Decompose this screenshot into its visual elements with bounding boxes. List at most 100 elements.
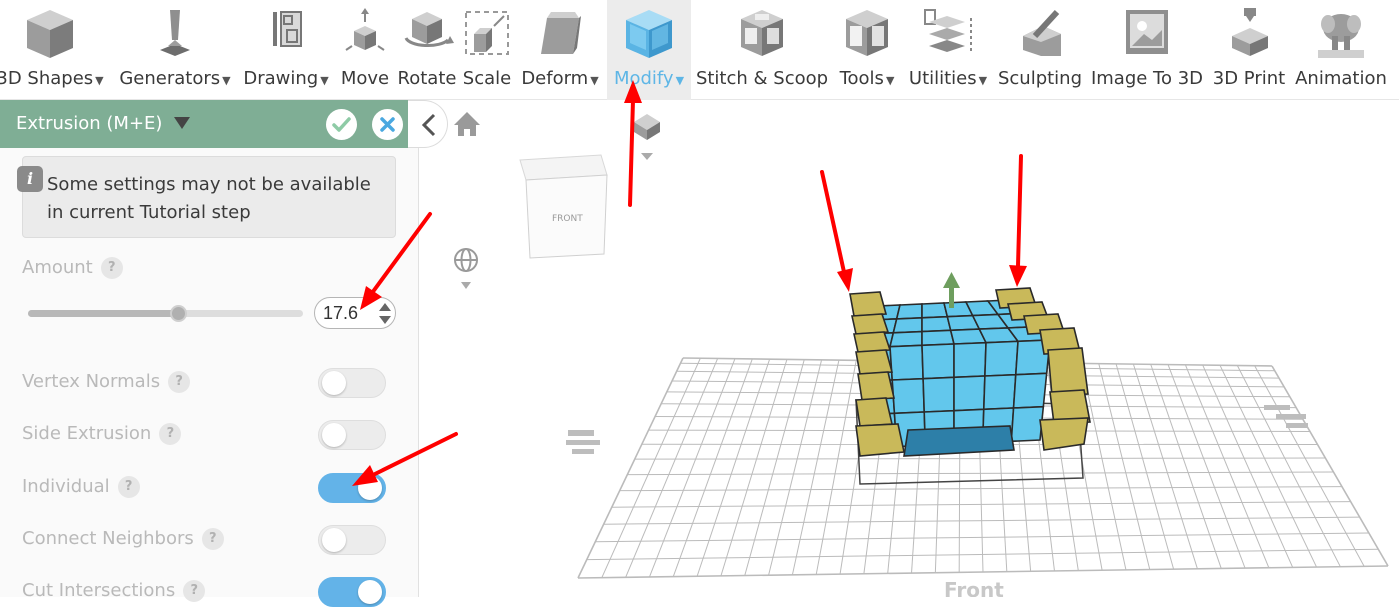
3d-print-icon [1222,6,1276,60]
info-icon: i [17,166,43,192]
toolbar-label: Tools [840,68,884,89]
amount-label: Amount? [22,257,123,279]
viewport-canvas[interactable]: FRONT Front [420,100,1399,597]
cancel-button[interactable] [372,109,403,140]
rotate-icon [400,6,454,60]
sculpting-icon [1013,6,1067,60]
toolbar-3d-print[interactable]: 3D Print [1209,0,1289,100]
toggle-knob [358,580,382,604]
help-icon[interactable]: ? [202,528,224,550]
toolbar-label: Move [341,68,389,89]
option-individual-label: Individual? [22,476,140,498]
toolbar-label: Modify [614,68,674,89]
close-icon [372,109,403,140]
scale-icon [460,6,514,60]
toolbar-label: 3D Print [1213,68,1285,89]
globe-icon[interactable] [455,249,477,271]
toolbar-3d-shapes[interactable]: 3D Shapes▼ [0,0,110,100]
animation-icon [1314,6,1368,60]
perspective-icon[interactable] [634,114,660,160]
cube-icon [23,6,77,60]
toolbar-label: Rotate [398,68,457,89]
help-icon[interactable]: ? [118,476,140,498]
chevron-left-icon [408,101,448,149]
toolbar-label: Sculpting [998,68,1082,89]
home-icon[interactable] [454,112,480,136]
toolbar-image-to-3d[interactable]: Image To 3D [1087,0,1207,100]
tutorial-notice: i Some settings may not be available in … [22,156,396,238]
help-icon[interactable]: ? [159,423,181,445]
vertex-normals-toggle[interactable] [318,368,386,398]
amount-slider[interactable] [28,310,303,317]
stitch-scoop-icon [735,6,789,60]
chevron-down-icon [461,282,471,289]
floor-label-right [1264,405,1308,428]
toolbar-generators[interactable]: Generators▼ [114,0,236,100]
option-vertex-normals-label: Vertex Normals? [22,371,190,393]
toolbar-animation[interactable]: Animation [1291,0,1391,100]
amount-number-input[interactable] [314,297,396,329]
toolbar-tools[interactable]: Tools▼ [833,0,901,100]
toolbar-label: Image To 3D [1091,68,1203,89]
help-icon[interactable]: ? [101,257,123,279]
extrusion-panel: Extrusion (M+E) i Some settings may not … [0,100,419,597]
toolbar-label: Scale [463,68,511,89]
3d-model[interactable] [850,288,1090,456]
toolbar-utilities[interactable]: Utilities▼ [903,0,993,100]
cut-intersections-toggle[interactable] [318,577,386,607]
toolbar-rotate[interactable]: Rotate [395,0,459,100]
3d-viewport[interactable]: FRONT Front [420,100,1399,597]
option-side-extrusion-label: Side Extrusion? [22,423,181,445]
drawing-pencil-icon [259,6,313,60]
amount-value-field[interactable] [323,303,373,324]
apply-button[interactable] [326,109,357,140]
toolbar-scale[interactable]: Scale [460,0,514,100]
notice-text: Some settings may not be available in cu… [47,171,377,227]
increment-icon[interactable] [379,303,391,311]
option-cut-intersections-label: Cut Intersections? [22,580,205,602]
decrement-icon[interactable] [379,316,391,324]
utilities-icon [921,6,975,60]
toolbar-label: Drawing [243,68,318,89]
toggle-knob [322,528,346,552]
toggle-knob [358,476,382,500]
panel-header: Extrusion (M+E) [0,100,419,148]
image-to-3d-icon [1120,6,1174,60]
toolbar-modify[interactable]: Modify▼ [607,0,691,100]
toolbar-label: Generators [119,68,220,89]
toolbar-label: Utilities [909,68,977,89]
toggle-knob [322,423,346,447]
individual-toggle[interactable] [318,473,386,503]
checkmark-icon [326,109,357,140]
modify-icon [622,6,676,60]
help-icon[interactable]: ? [183,580,205,602]
toolbar-label: Deform [521,68,588,89]
collapse-panel-button[interactable] [408,100,448,148]
toolbar-drawing[interactable]: Drawing▼ [238,0,334,100]
chevron-down-icon [641,153,653,160]
connect-neighbors-toggle[interactable] [318,525,386,555]
toolbar-sculpting[interactable]: Sculpting [995,0,1085,100]
option-connect-neighbors-label: Connect Neighbors? [22,528,224,550]
toolbar-move[interactable]: Move [337,0,393,100]
view-cube[interactable]: FRONT [520,155,607,258]
deform-icon [533,6,587,60]
side-extrusion-toggle[interactable] [318,420,386,450]
floor-label-left [566,430,600,454]
floor-label-front: Front [944,578,1004,597]
toolbar-stitch-scoop[interactable]: Stitch & Scoop [693,0,831,100]
panel-title: Extrusion (M+E) [16,113,162,134]
main-toolbar: 3D Shapes▼ Generators▼ Drawing▼ Move Rot… [0,0,1399,100]
panel-dropdown-caret-icon[interactable] [174,117,190,129]
generators-icon [148,6,202,60]
toggle-knob [322,371,346,395]
tools-icon [840,6,894,60]
toolbar-label: Stitch & Scoop [696,68,828,89]
toolbar-label: 3D Shapes [0,68,93,89]
amount-slider-fill [28,310,179,317]
help-icon[interactable]: ? [168,371,190,393]
toolbar-label: Animation [1295,68,1387,89]
view-cube-face-label: FRONT [552,214,583,224]
amount-slider-thumb[interactable] [170,305,187,322]
toolbar-deform[interactable]: Deform▼ [515,0,605,100]
